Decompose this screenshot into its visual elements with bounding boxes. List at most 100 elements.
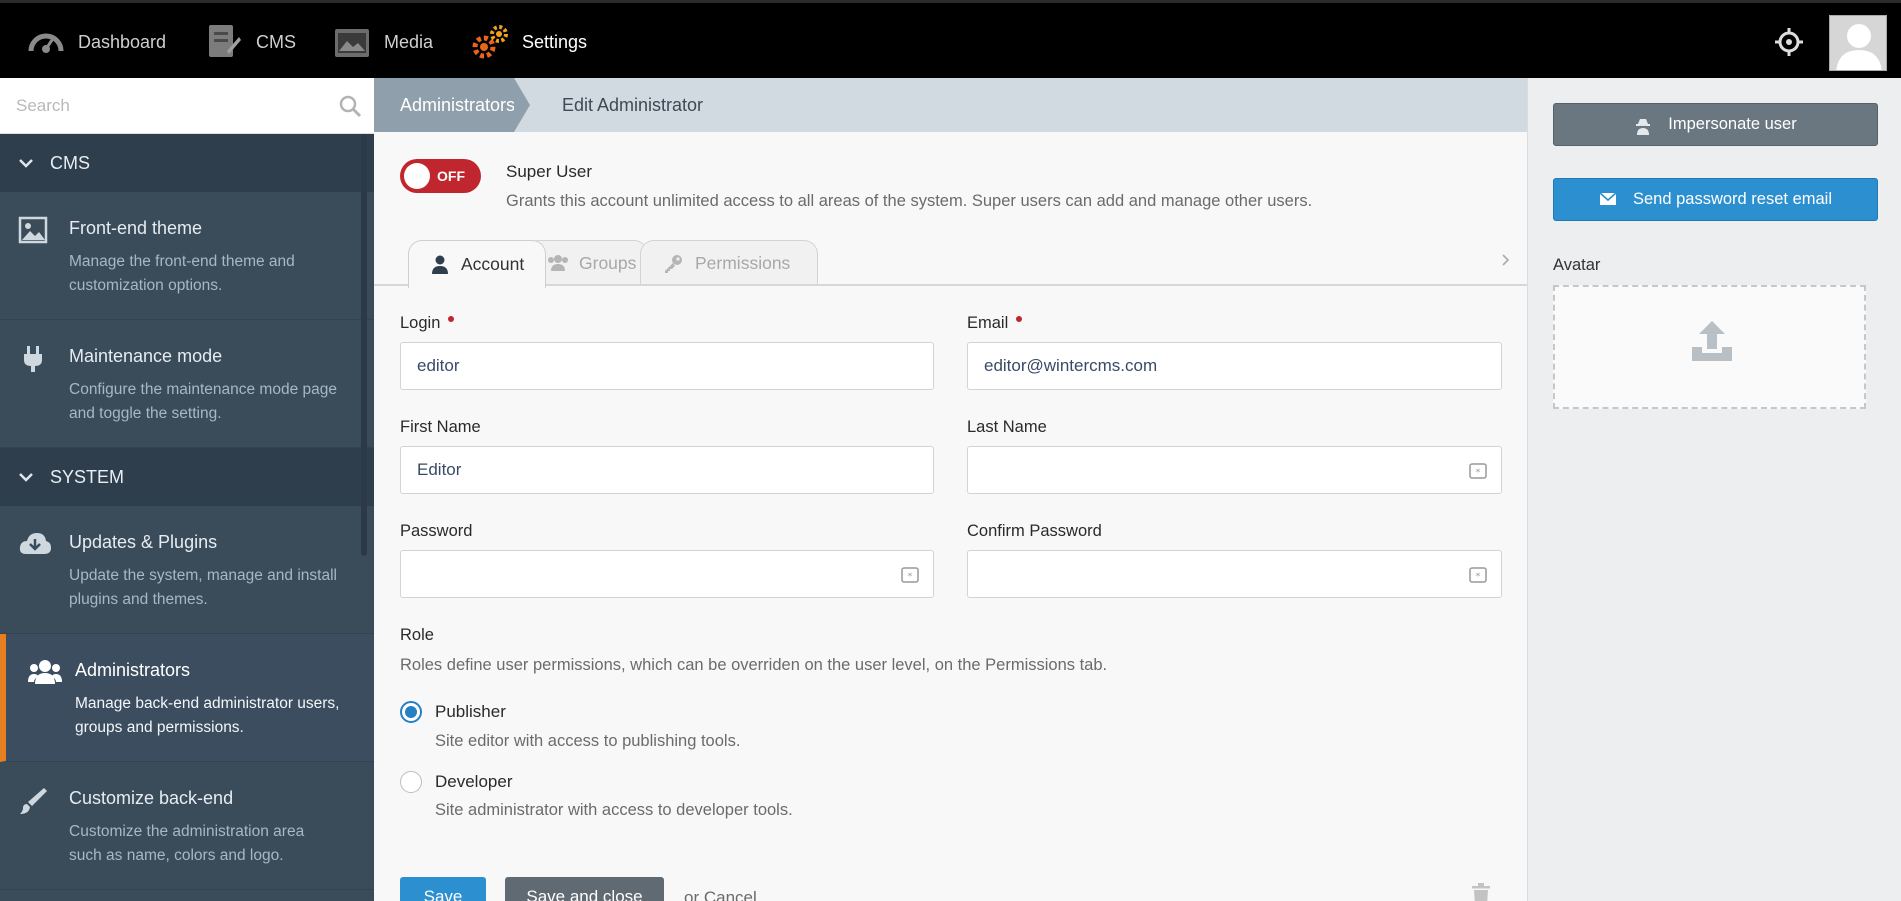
- email-label: Email: [967, 314, 1023, 333]
- save-and-close-button[interactable]: Save and close: [505, 877, 664, 901]
- settings-sidebar: CMS Front-end theme Manage the front-end…: [0, 78, 374, 901]
- cancel-link[interactable]: or Cancel: [684, 888, 757, 901]
- email-field[interactable]: editor@wintercms.com: [967, 342, 1502, 390]
- sidebar-group-system[interactable]: SYSTEM: [0, 448, 374, 506]
- svg-text:*: *: [1476, 572, 1481, 582]
- impersonate-user-button[interactable]: Impersonate user: [1553, 103, 1878, 146]
- required-indicator: [448, 316, 455, 322]
- search-input[interactable]: [0, 78, 330, 134]
- password-manager-icon[interactable]: *: [1469, 567, 1487, 583]
- first-name-label: First Name: [400, 418, 481, 436]
- first-name-field[interactable]: Editor: [400, 446, 934, 494]
- nav-cms-label: CMS: [256, 31, 296, 52]
- tabs-divider: [374, 284, 1527, 286]
- role-developer-label[interactable]: Developer: [435, 772, 513, 792]
- sidebar-item-desc: Update the system, manage and install pl…: [69, 567, 337, 608]
- first-name-value: Editor: [417, 460, 462, 479]
- users-icon: [547, 254, 568, 274]
- nav-dashboard[interactable]: Dashboard: [26, 3, 166, 81]
- role-developer-radio[interactable]: [400, 771, 422, 793]
- cloud-download-icon: [18, 530, 51, 560]
- svg-text:*: *: [908, 572, 913, 582]
- password-manager-icon[interactable]: *: [1469, 463, 1487, 479]
- save-button[interactable]: Save: [400, 877, 486, 901]
- sidebar-item-title: Maintenance mode: [69, 346, 223, 366]
- sidebar-item-desc: Manage the front-end theme and customiza…: [69, 253, 295, 294]
- crosshair-icon[interactable]: [1774, 27, 1804, 57]
- image-icon: [18, 216, 50, 246]
- right-sidebar: Impersonate user Send password reset ema…: [1527, 78, 1901, 901]
- sidebar-item-desc: Configure the maintenance mode page and …: [69, 381, 337, 422]
- sidebar-item-maintenance-mode[interactable]: Maintenance mode Configure the maintenan…: [0, 320, 374, 448]
- password-field[interactable]: *: [400, 550, 934, 598]
- nav-settings-label: Settings: [522, 31, 588, 52]
- login-field[interactable]: editor: [400, 342, 934, 390]
- confirm-password-field[interactable]: *: [967, 550, 1502, 598]
- sidebar-item-updates-plugins[interactable]: Updates & Plugins Update the system, man…: [0, 506, 374, 634]
- last-name-field[interactable]: *: [967, 446, 1502, 494]
- chevron-down-icon: [16, 467, 36, 487]
- breadcrumb-separator: [514, 78, 530, 132]
- role-publisher-desc: Site editor with access to publishing to…: [435, 732, 741, 750]
- sidebar-item-front-end-theme[interactable]: Front-end theme Manage the front-end the…: [0, 192, 374, 320]
- tab-label: Permissions: [695, 253, 791, 273]
- sidebar-search: [0, 78, 374, 134]
- tab-permissions[interactable]: Permissions: [640, 240, 818, 286]
- role-publisher-label[interactable]: Publisher: [435, 702, 506, 722]
- sidebar-item-customize-back-end[interactable]: Customize back-end Customize the adminis…: [0, 762, 374, 890]
- sidebar-item-title: Updates & Plugins: [69, 532, 218, 552]
- avatar-upload-dropzone[interactable]: [1553, 285, 1866, 409]
- super-user-toggle[interactable]: OFF: [400, 159, 481, 193]
- super-user-label: Super User: [506, 162, 592, 181]
- chevron-down-icon: [16, 153, 36, 173]
- sidebar-item-desc: Manage back-end administrator users, gro…: [75, 695, 340, 736]
- sidebar-item-administrators[interactable]: Administrators Manage back-end administr…: [0, 634, 374, 762]
- sidebar-item-title: Front-end theme: [69, 218, 203, 238]
- envelope-icon: [1599, 191, 1617, 208]
- key-icon: [663, 254, 683, 274]
- login-label-text: Login: [400, 314, 441, 332]
- nav-settings[interactable]: Settings: [470, 3, 587, 81]
- password-label: Password: [400, 522, 473, 540]
- send-password-reset-label: Send password reset email: [1632, 190, 1832, 208]
- last-name-label: Last Name: [967, 418, 1047, 436]
- breadcrumb-parent-link[interactable]: Administrators: [374, 78, 515, 132]
- breadcrumb: Administrators Edit Administrator: [374, 78, 1527, 132]
- role-publisher-radio[interactable]: [400, 701, 422, 723]
- nav-cms[interactable]: CMS: [204, 3, 296, 81]
- settings-icon: [470, 22, 510, 62]
- upload-icon: [1689, 317, 1735, 365]
- toggle-knob: [404, 163, 430, 189]
- media-icon: [332, 22, 372, 62]
- sidebar-item-title: Administrators: [75, 660, 191, 680]
- search-icon[interactable]: [338, 94, 362, 118]
- users-icon: [28, 658, 62, 688]
- login-label: Login: [400, 314, 455, 333]
- role-label: Role: [400, 626, 434, 644]
- sidebar-scrollbar[interactable]: [361, 134, 367, 556]
- dashboard-icon: [26, 22, 66, 62]
- toggle-state-label: OFF: [437, 168, 465, 184]
- chevron-right-icon[interactable]: [1499, 250, 1513, 270]
- email-label-text: Email: [967, 314, 1009, 332]
- sidebar-item-desc: Customize the administration area such a…: [69, 823, 305, 864]
- cms-icon: [204, 22, 244, 62]
- user-icon: [431, 255, 449, 275]
- confirm-password-label: Confirm Password: [967, 522, 1102, 540]
- login-value: editor: [417, 356, 460, 375]
- edit-administrator-form: OFF Super User Grants this account unlim…: [374, 132, 1527, 901]
- send-password-reset-button[interactable]: Send password reset email: [1553, 178, 1878, 221]
- brush-icon: [18, 786, 50, 816]
- role-description: Roles define user permissions, which can…: [400, 656, 1108, 674]
- breadcrumb-current: Edit Administrator: [562, 94, 704, 115]
- sidebar-group-label: SYSTEM: [50, 466, 125, 487]
- sidebar-group-cms[interactable]: CMS: [0, 134, 374, 192]
- user-avatar-icon[interactable]: [1829, 15, 1887, 71]
- nav-media[interactable]: Media: [332, 3, 433, 81]
- password-manager-icon[interactable]: *: [901, 567, 919, 583]
- email-value: editor@wintercms.com: [984, 356, 1158, 375]
- trash-icon[interactable]: [1470, 882, 1492, 901]
- tab-account[interactable]: Account: [408, 240, 546, 288]
- required-indicator: [1016, 316, 1023, 322]
- nav-media-label: Media: [384, 31, 434, 52]
